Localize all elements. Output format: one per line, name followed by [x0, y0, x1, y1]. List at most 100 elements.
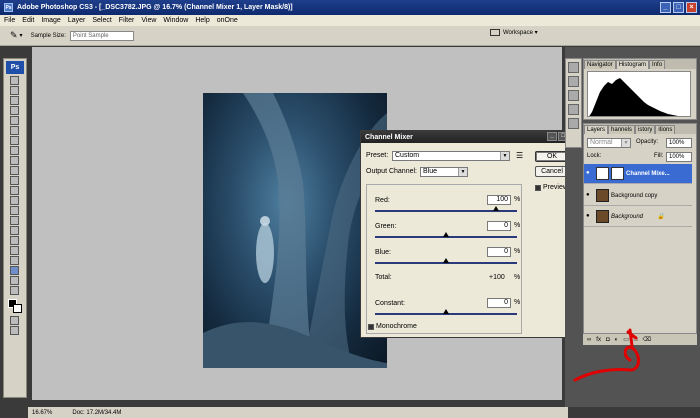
eye-icon[interactable]: ●: [586, 170, 594, 178]
marquee-tool-icon[interactable]: [10, 86, 19, 95]
menu-filter[interactable]: Filter: [119, 17, 135, 24]
layer-thumb: [596, 210, 609, 223]
tab-channels[interactable]: hannels: [608, 125, 636, 134]
dialog-minimize-icon[interactable]: _: [547, 132, 557, 141]
history-brush-tool-icon[interactable]: [10, 166, 19, 175]
layer-mask-thumb[interactable]: [611, 167, 624, 180]
opacity-input[interactable]: 100%: [666, 138, 692, 148]
layer-background-copy[interactable]: ● Background copy: [584, 186, 692, 206]
pen-tool-icon[interactable]: [10, 216, 19, 225]
tool-preset-chevron-icon[interactable]: ▾: [20, 32, 23, 39]
chevron-down-icon: ▼: [621, 139, 630, 147]
fill-input[interactable]: 100%: [666, 152, 692, 162]
window-controls: _ □ ×: [660, 2, 697, 13]
blur-tool-icon[interactable]: [10, 196, 19, 205]
dodge-tool-icon[interactable]: [10, 206, 19, 215]
output-channel-select[interactable]: Blue ▼: [420, 167, 468, 177]
green-slider-thumb[interactable]: [443, 232, 449, 237]
lasso-tool-icon[interactable]: [10, 96, 19, 105]
eraser-tool-icon[interactable]: [10, 176, 19, 185]
shape-tool-icon[interactable]: [10, 246, 19, 255]
layer-thumb: [596, 189, 609, 202]
screen-mode-icon[interactable]: [10, 326, 19, 335]
brush-tool-icon[interactable]: [10, 146, 19, 155]
menu-edit[interactable]: Edit: [22, 17, 34, 24]
constant-value-input[interactable]: 0: [487, 298, 511, 308]
menu-select[interactable]: Select: [92, 17, 111, 24]
layer-channel-mixer[interactable]: ● Channel Mixe...: [584, 164, 692, 184]
green-value-input[interactable]: 0: [487, 221, 511, 231]
layers-tabs: Layers hannels istory itions: [584, 124, 696, 134]
ok-button[interactable]: OK: [535, 151, 569, 162]
tab-histogram[interactable]: Histogram: [615, 60, 650, 69]
menu-help[interactable]: Help: [195, 17, 209, 24]
menubar: File Edit Image Layer Select Filter View…: [0, 15, 700, 26]
output-channel-label: Output Channel:: [366, 168, 417, 175]
toolbox: Ps: [3, 58, 27, 398]
red-value-input[interactable]: 100: [487, 195, 511, 205]
eye-icon[interactable]: ●: [586, 213, 594, 221]
crop-tool-icon[interactable]: [10, 116, 19, 125]
hand-tool-icon[interactable]: [10, 276, 19, 285]
move-tool-icon[interactable]: [10, 76, 19, 85]
minimize-icon[interactable]: _: [660, 2, 671, 13]
clone-source-icon[interactable]: [568, 90, 579, 101]
layer-name: Background copy: [611, 192, 658, 199]
source-channels-group: Red: 100 % Green: 0 % Blue: 0 % Total: +…: [366, 184, 522, 334]
ps-badge: Ps: [6, 61, 24, 74]
type-tool-icon[interactable]: [10, 226, 19, 235]
magic-wand-tool-icon[interactable]: [10, 106, 19, 115]
menu-file[interactable]: File: [4, 17, 15, 24]
brushes-icon[interactable]: [568, 76, 579, 87]
gradient-tool-icon[interactable]: [10, 186, 19, 195]
constant-slider-thumb[interactable]: [443, 309, 449, 314]
total-value: +100: [489, 274, 505, 281]
quick-mask-icon[interactable]: [10, 316, 19, 325]
eyedropper-tool-icon[interactable]: [10, 266, 19, 275]
green-pct: %: [514, 222, 521, 229]
dialog-titlebar[interactable]: Channel Mixer _ □ ×: [361, 131, 581, 143]
tab-layers[interactable]: Layers: [584, 125, 609, 134]
lock-label: Lock:: [587, 153, 602, 159]
swatches-icon[interactable]: [568, 118, 579, 129]
notes-tool-icon[interactable]: [10, 256, 19, 265]
layer-background[interactable]: ● Background 🔒: [584, 207, 692, 227]
tool-presets-icon[interactable]: [568, 62, 579, 73]
cancel-button[interactable]: Cancel: [535, 166, 569, 177]
blend-mode-select[interactable]: Normal ▼: [587, 138, 631, 148]
histogram-curve: [589, 78, 678, 116]
path-selection-tool-icon[interactable]: [10, 236, 19, 245]
monochrome-label: Monochrome: [376, 323, 417, 330]
menu-layer[interactable]: Layer: [68, 17, 86, 24]
close-icon[interactable]: ×: [686, 2, 697, 13]
tab-navigator[interactable]: Navigator: [584, 60, 616, 69]
monochrome-checkbox[interactable]: [368, 324, 374, 330]
menu-image[interactable]: Image: [41, 17, 60, 24]
slice-tool-icon[interactable]: [10, 126, 19, 135]
clone-stamp-tool-icon[interactable]: [10, 156, 19, 165]
workspace-button[interactable]: Workspace ▾: [490, 29, 538, 36]
preset-options-icon[interactable]: ☰: [516, 151, 523, 160]
dialog-title: Channel Mixer: [365, 133, 413, 141]
tab-positions[interactable]: itions: [655, 125, 676, 134]
zoom-tool-icon[interactable]: [10, 286, 19, 295]
menu-view[interactable]: View: [141, 17, 156, 24]
preset-select[interactable]: Custom ▼: [392, 151, 510, 161]
blue-slider-thumb[interactable]: [443, 258, 449, 263]
healing-brush-tool-icon[interactable]: [10, 136, 19, 145]
tab-history[interactable]: istory: [635, 125, 656, 134]
menu-onone[interactable]: onOne: [217, 17, 238, 24]
red-slider-thumb[interactable]: [492, 206, 499, 211]
menu-window[interactable]: Window: [163, 17, 188, 24]
zoom-level[interactable]: 16.67%: [32, 410, 52, 416]
actions-icon[interactable]: [568, 104, 579, 115]
eye-icon[interactable]: ●: [586, 192, 594, 200]
tab-info[interactable]: Info: [649, 60, 666, 69]
maximize-icon[interactable]: □: [673, 2, 684, 13]
preview-checkbox[interactable]: [535, 185, 541, 191]
background-color-swatch[interactable]: [13, 304, 22, 313]
color-swatches[interactable]: [8, 299, 26, 315]
sample-size-select[interactable]: Point Sample: [69, 30, 134, 41]
eyedropper-icon[interactable]: ✎: [10, 30, 18, 41]
blue-value-input[interactable]: 0: [487, 247, 511, 257]
